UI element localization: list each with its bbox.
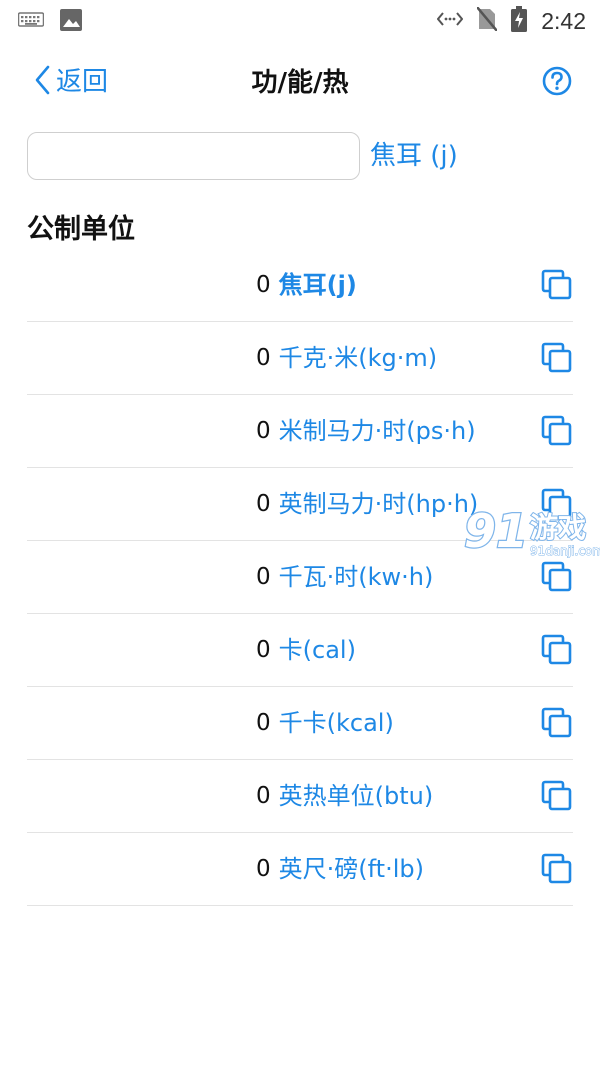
unit-label[interactable]: 卡(cal) xyxy=(279,631,356,669)
svg-text:91danji.com: 91danji.com xyxy=(530,544,600,558)
unit-list: 0 焦耳(j) 0 千克·米(kg·m) 0 米制马力·时(ps·h) 0 英制马力·时(hp… xyxy=(27,249,573,906)
unit-value: 0 xyxy=(256,491,271,517)
unit-row-content: 0 米制马力·时(ps·h) xyxy=(256,412,476,450)
unit-label[interactable]: 英制马力·时(hp·h) xyxy=(279,485,479,523)
help-icon xyxy=(542,66,572,100)
copy-icon[interactable] xyxy=(541,561,573,593)
battery-charging-icon xyxy=(511,6,528,36)
status-bar: 2:42 xyxy=(0,0,600,40)
input-row: 焦耳 (j) xyxy=(27,132,573,182)
unit-row[interactable]: 0 千卡(kcal) xyxy=(27,687,573,760)
unit-row-content: 0 千卡(kcal) xyxy=(256,704,394,742)
unit-label[interactable]: 米制马力·时(ps·h) xyxy=(279,412,476,450)
unit-value: 0 xyxy=(256,710,271,736)
unit-row[interactable]: 0 英尺·磅(ft·lb) xyxy=(27,833,573,906)
unit-value: 0 xyxy=(256,783,271,809)
unit-row[interactable]: 0 焦耳(j) xyxy=(27,249,573,322)
unit-value: 0 xyxy=(256,637,271,663)
data-transfer-icon xyxy=(436,11,464,31)
copy-icon[interactable] xyxy=(541,634,573,666)
svg-text:游戏: 游戏 xyxy=(530,511,586,544)
unit-row[interactable]: 0 米制马力·时(ps·h) xyxy=(27,395,573,468)
copy-icon[interactable] xyxy=(541,415,573,447)
unit-label[interactable]: 英尺·磅(ft·lb) xyxy=(279,850,424,888)
unit-value: 0 xyxy=(256,418,271,444)
unit-row[interactable]: 0 英热单位(btu) xyxy=(27,760,573,833)
watermark-logo: 91 游戏 91danji.com xyxy=(462,503,600,561)
unit-row-content: 0 焦耳(j) xyxy=(256,266,357,304)
unit-row-content: 0 千瓦·时(kw·h) xyxy=(256,558,433,596)
unit-row[interactable]: 0 卡(cal) xyxy=(27,614,573,687)
section-title: 公制单位 xyxy=(27,214,135,245)
nav-bar: 返回 功/能/热 xyxy=(0,54,600,110)
svg-text:91: 91 xyxy=(464,504,528,558)
no-sim-icon xyxy=(476,6,499,35)
unit-label[interactable]: 千克·米(kg·m) xyxy=(279,339,438,377)
keyboard-icon xyxy=(17,11,45,33)
unit-label[interactable]: 焦耳(j) xyxy=(279,266,357,304)
unit-row-content: 0 英尺·磅(ft·lb) xyxy=(256,850,424,888)
page-title: 功/能/热 xyxy=(251,68,349,98)
copy-icon[interactable] xyxy=(541,269,573,301)
help-button[interactable] xyxy=(542,66,572,100)
unit-label[interactable]: 千卡(kcal) xyxy=(279,704,394,742)
unit-value: 0 xyxy=(256,272,271,298)
copy-icon[interactable] xyxy=(541,780,573,812)
copy-icon[interactable] xyxy=(541,853,573,885)
copy-icon[interactable] xyxy=(541,707,573,739)
unit-selector[interactable]: 焦耳 (j) xyxy=(370,136,458,176)
unit-value: 0 xyxy=(256,856,271,882)
unit-label[interactable]: 千瓦·时(kw·h) xyxy=(279,558,434,596)
value-input[interactable] xyxy=(27,132,360,180)
unit-value: 0 xyxy=(256,345,271,371)
unit-row[interactable]: 0 千克·米(kg·m) xyxy=(27,322,573,395)
unit-value: 0 xyxy=(256,564,271,590)
status-time: 2:42 xyxy=(541,7,586,34)
unit-row-content: 0 英制马力·时(hp·h) xyxy=(256,485,478,523)
unit-row-content: 0 千克·米(kg·m) xyxy=(256,339,437,377)
unit-row-content: 0 卡(cal) xyxy=(256,631,356,669)
copy-icon[interactable] xyxy=(541,342,573,374)
image-icon xyxy=(60,9,82,35)
unit-row-content: 0 英热单位(btu) xyxy=(256,777,433,815)
unit-label[interactable]: 英热单位(btu) xyxy=(279,777,434,815)
